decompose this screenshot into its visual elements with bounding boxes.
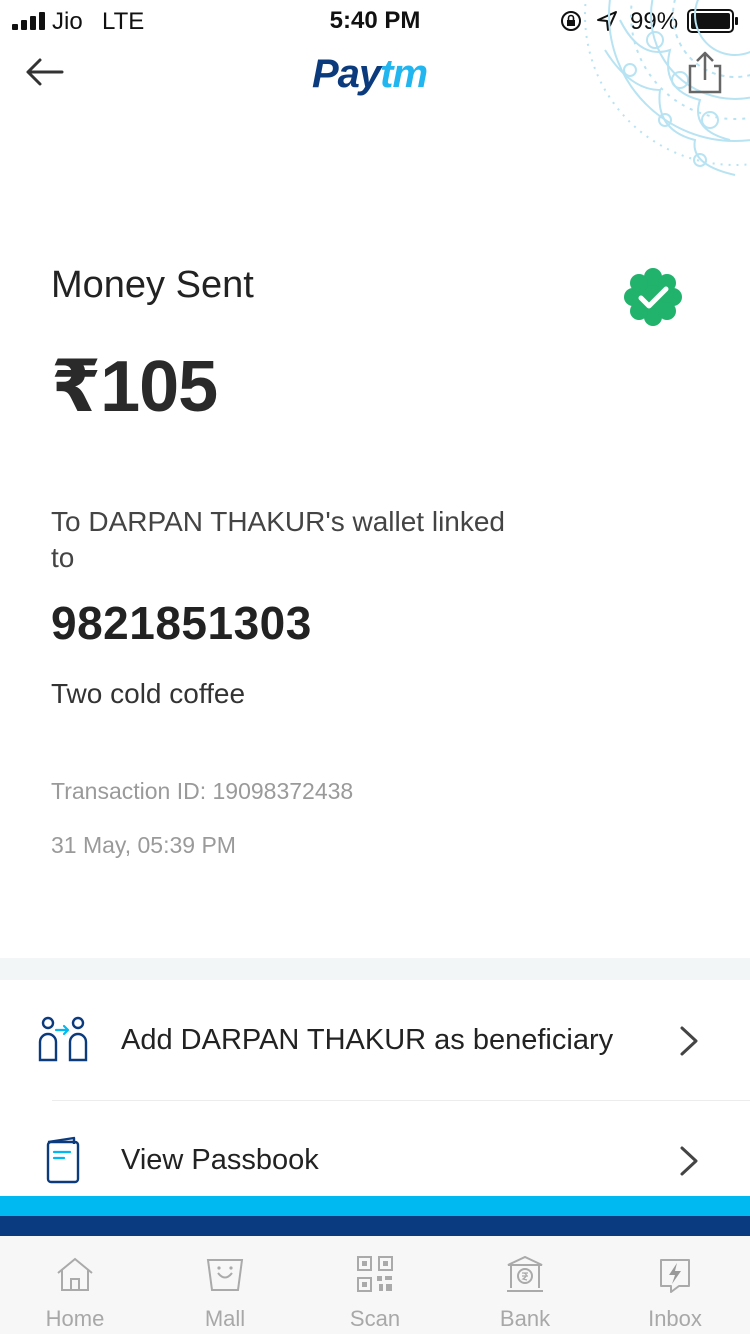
tab-home-label: Home bbox=[45, 1306, 105, 1331]
section-divider bbox=[0, 958, 750, 980]
back-button[interactable] bbox=[22, 52, 68, 92]
transaction-datetime: 31 May, 05:39 PM bbox=[51, 832, 236, 858]
tab-inbox[interactable]: Inbox bbox=[600, 1236, 750, 1334]
tab-home[interactable]: Home bbox=[0, 1236, 150, 1334]
view-passbook-label: View Passbook bbox=[121, 1144, 319, 1176]
tab-mall[interactable]: Mall bbox=[150, 1236, 300, 1334]
qr-scan-icon bbox=[357, 1256, 393, 1292]
tab-bank-label: Bank bbox=[499, 1306, 551, 1331]
chevron-right-icon bbox=[680, 1146, 698, 1176]
paytm-logo: Paytm bbox=[312, 52, 428, 97]
home-icon bbox=[57, 1257, 93, 1291]
bank-icon bbox=[507, 1255, 543, 1292]
transaction-id: Transaction ID: 19098372438 bbox=[51, 778, 354, 804]
tab-mall-label: Mall bbox=[204, 1306, 246, 1331]
payment-note: Two cold coffee bbox=[51, 678, 246, 709]
row-separator bbox=[52, 1100, 750, 1101]
beneficiary-icon bbox=[38, 1016, 88, 1062]
brand-banner-light bbox=[0, 1196, 750, 1216]
inbox-icon bbox=[660, 1259, 690, 1293]
mall-icon bbox=[206, 1259, 244, 1291]
page-title: Money Sent bbox=[51, 264, 254, 306]
share-button[interactable] bbox=[684, 50, 726, 96]
chevron-right-icon bbox=[680, 1026, 698, 1056]
logo-pay: Pay bbox=[312, 52, 381, 96]
brand-banner-dark bbox=[0, 1216, 750, 1236]
bottom-tab-bar: Home Mall Scan Bank Inbox bbox=[0, 1236, 750, 1334]
logo-tm: tm bbox=[380, 52, 428, 96]
recipient-phone: 9821851303 bbox=[51, 597, 312, 649]
passbook-icon bbox=[46, 1136, 80, 1184]
success-check-icon bbox=[624, 268, 682, 326]
add-beneficiary-row[interactable]: Add DARPAN THAKUR as beneficiary bbox=[0, 982, 750, 1100]
amount-sent: ₹105 bbox=[51, 347, 218, 427]
tab-bank[interactable]: Bank bbox=[450, 1236, 600, 1334]
add-beneficiary-label: Add DARPAN THAKUR as beneficiary bbox=[121, 1024, 614, 1056]
recipient-line: To DARPAN THAKUR's wallet linked to bbox=[51, 506, 506, 573]
tab-inbox-label: Inbox bbox=[648, 1306, 702, 1331]
tab-scan-label: Scan bbox=[349, 1306, 401, 1331]
tab-scan[interactable]: Scan bbox=[300, 1236, 450, 1334]
